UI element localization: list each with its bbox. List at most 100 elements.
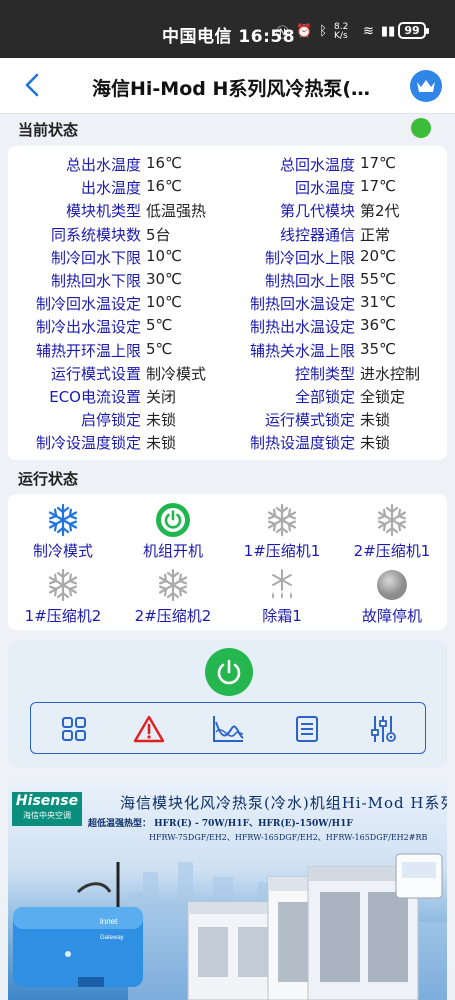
param-label: 全部锁定: [294, 388, 355, 406]
param-row: 启停锁定 未锁 运行模式锁定 未锁: [8, 406, 447, 429]
grid-icon: [62, 717, 86, 741]
warning-icon: [133, 715, 165, 743]
back-button[interactable]: [22, 72, 44, 98]
param-value: 36℃: [360, 316, 396, 335]
param-value: 制冷模式: [146, 364, 207, 383]
current-status-heading: 当前状态: [18, 121, 79, 139]
param-label: 辅热关水温上限: [249, 341, 355, 360]
settings-button[interactable]: [367, 713, 401, 745]
power-button[interactable]: [205, 648, 253, 696]
param-label: 第几代模块: [279, 202, 355, 221]
param-label: 制热回水温设定: [249, 295, 355, 314]
param-label: 线控器通信: [279, 225, 355, 244]
bluetooth-icon: ᛒ: [319, 24, 328, 39]
defrost-icon: [227, 567, 337, 603]
run-status-item: 2#压缩机1: [337, 502, 447, 561]
status-icons: Ⓝ ⏰ ᛒ 8.2 K/s ≋ ▮▮: [276, 22, 395, 41]
param-value: 30℃: [146, 270, 182, 288]
param-row: 出水温度 16℃ 回水温度 17℃: [8, 174, 447, 197]
vip-crown-button[interactable]: [410, 70, 442, 102]
run-status-item: 机组开机: [118, 502, 228, 561]
param-value: 16℃: [146, 177, 182, 196]
param-value: 5台: [146, 225, 171, 244]
param-value: 未锁: [146, 434, 177, 453]
snowflake-icon: [8, 567, 118, 603]
param-label: 制冷回水上限: [264, 248, 355, 267]
param-label: 出水温度: [80, 179, 141, 198]
param-label: 总出水温度: [65, 156, 141, 174]
curve-button[interactable]: [211, 713, 245, 745]
param-row: 总出水温度 16℃ 总回水温度 17℃: [8, 151, 447, 174]
run-status-item: 除霜1: [227, 567, 337, 626]
sliders-icon: [371, 716, 396, 742]
crown-icon: [417, 80, 435, 92]
param-value: 关闭: [146, 388, 177, 406]
alarm-icon: ⏰: [296, 24, 313, 39]
param-value: 17℃: [360, 177, 396, 196]
tool-bar: [30, 702, 426, 754]
param-label: 制冷回水下限: [50, 248, 141, 267]
param-label: 制热出水温设定: [249, 318, 355, 337]
app-header: 海信Hi-Mod H系列风冷热泵(…: [0, 58, 455, 114]
parameter-grid: 总出水温度 16℃ 总回水温度 17℃ 出水温度 16℃ 回水温度 17℃ 模块机类型 低温强热 第…: [8, 146, 447, 460]
param-label: 制冷出水温设定: [35, 318, 141, 337]
run-status-item: 2#压缩机2: [118, 567, 228, 626]
svg-text:Gateway: Gateway: [100, 935, 124, 941]
run-status-item: 1#压缩机2: [8, 567, 118, 626]
chart-icon: [213, 716, 244, 742]
fault-dot-icon: [337, 567, 447, 603]
battery-icon: 99: [398, 22, 429, 39]
run-status-panel: 制冷模式 机组开机 1#压缩机1 2#压缩机1 1#压缩机2 2#压缩机2 除霜1 故障停机: [8, 494, 447, 630]
wifi-icon: ≋: [363, 24, 374, 39]
signal-icon: ▮▮: [380, 24, 396, 39]
param-value: 第2代: [360, 202, 400, 221]
param-row: 运行模式设置 制冷模式 控制类型 进水控制: [8, 360, 447, 383]
control-panel: [8, 640, 447, 768]
list-button[interactable]: [290, 713, 324, 745]
param-value: 未锁: [146, 411, 177, 430]
param-label: 控制类型: [294, 364, 355, 383]
run-status-heading: 运行状态: [18, 470, 79, 488]
param-value: 20℃: [360, 246, 396, 265]
param-label: 制热回水下限: [50, 272, 141, 290]
param-label: 运行模式锁定: [264, 411, 355, 430]
snowflake-icon: [8, 502, 118, 538]
param-value: 全锁定: [360, 388, 406, 406]
run-status-label: 1#压缩机1: [243, 542, 321, 560]
param-value: 16℃: [146, 154, 182, 172]
system-status-bar: 中国电信 16:58 Ⓝ ⏰ ᛒ 8.2 K/s ≋ ▮▮ 99: [0, 0, 455, 58]
param-row: 制冷回水温设定 10℃ 制热回水温设定 31℃: [8, 290, 447, 313]
alarm-button[interactable]: [132, 713, 166, 745]
param-row: 同系统模块数 5台 线控器通信 正常: [8, 221, 447, 244]
grid-button[interactable]: [57, 713, 91, 745]
net-speed: 8.2 K/s: [334, 21, 349, 41]
run-status-label: 1#压缩机2: [24, 607, 102, 625]
run-status-item: 故障停机: [337, 567, 447, 626]
param-label: 同系统模块数: [50, 225, 141, 244]
param-value: 正常: [360, 225, 391, 244]
param-value: 5℃: [146, 316, 173, 335]
page-title: 海信Hi-Mod H系列风冷热泵(…: [92, 78, 371, 100]
param-row: 模块机类型 低温强热 第几代模块 第2代: [8, 197, 447, 220]
param-value: 未锁: [360, 411, 391, 430]
param-row: ECO电流设置 关闭 全部锁定 全锁定: [8, 383, 447, 406]
run-status-label: 机组开机: [142, 542, 203, 560]
param-value: 低温强热: [146, 202, 207, 221]
chevron-left-icon: [25, 73, 39, 97]
run-status-label: 2#压缩机1: [353, 542, 431, 560]
param-value: 55℃: [360, 270, 396, 288]
param-label: 辅热开环温上限: [35, 341, 141, 360]
param-value: 未锁: [360, 434, 391, 453]
snowflake-icon: [337, 502, 447, 538]
product-banner: Hisense 海信中央空调 海信模块化风冷热泵(冷水)机组Hi-Mod H系列…: [8, 782, 447, 1000]
snowflake-icon: [227, 502, 337, 538]
power-icon: [118, 502, 228, 538]
param-value: 进水控制: [360, 364, 421, 383]
param-value: 31℃: [360, 293, 396, 312]
param-label: 总回水温度: [279, 156, 355, 174]
param-label: 制热回水上限: [264, 272, 355, 290]
online-status-indicator: [411, 118, 431, 138]
param-row: 制冷出水温设定 5℃ 制热出水温设定 36℃: [8, 313, 447, 336]
param-value: 17℃: [360, 154, 396, 172]
banner-product-image: lnnet Gateway: [13, 853, 447, 1000]
